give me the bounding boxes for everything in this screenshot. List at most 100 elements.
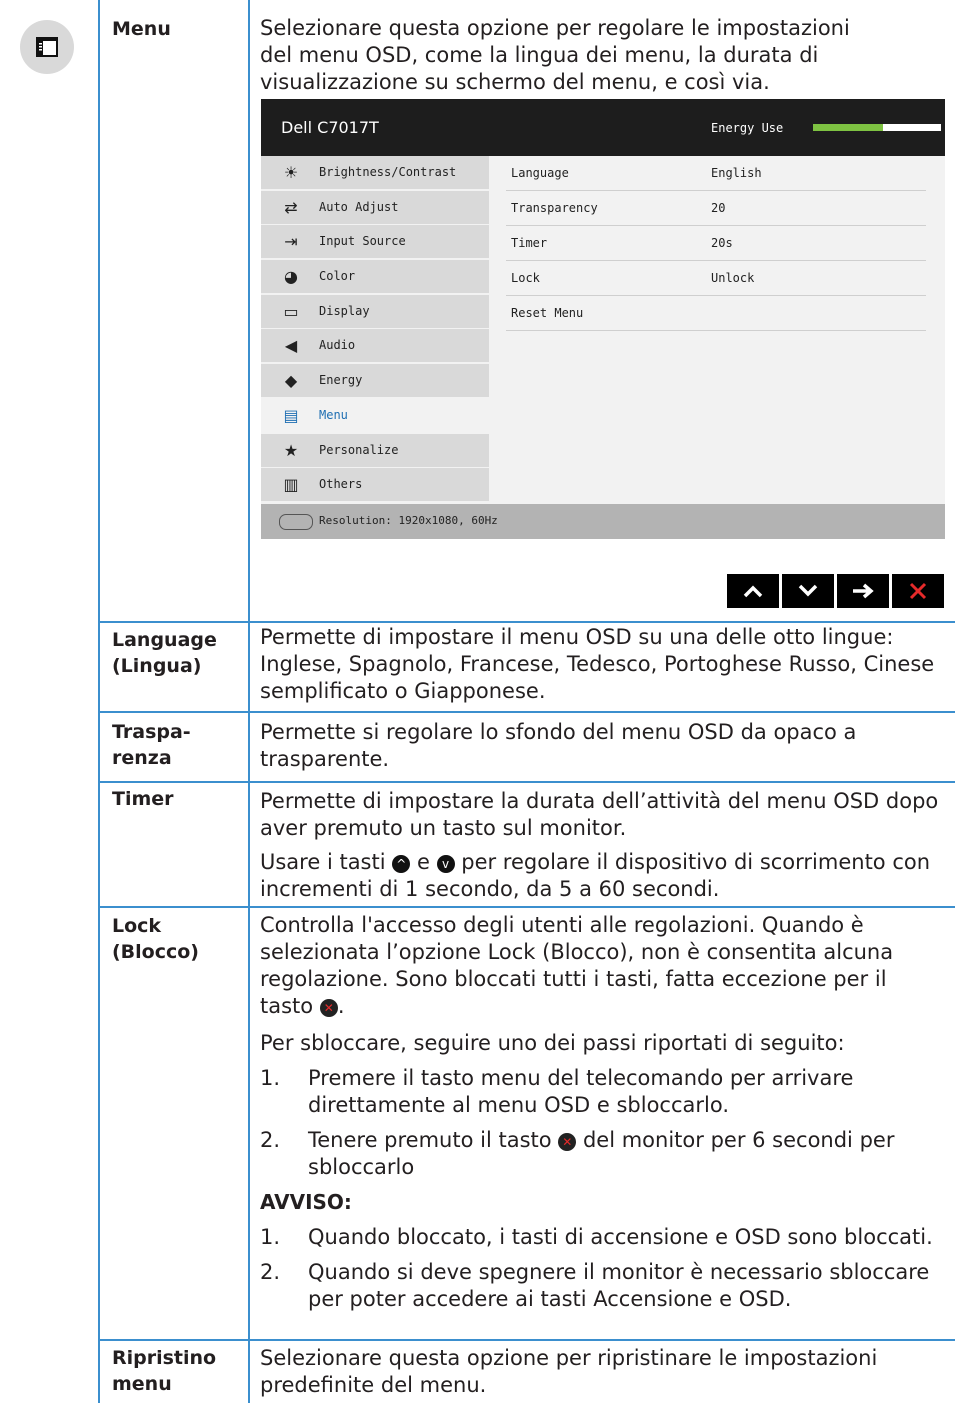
- osd-menu-item[interactable]: ☀ Brightness/Contrast: [261, 156, 489, 189]
- up-key-icon: ^: [392, 855, 411, 873]
- osd-menu-item[interactable]: ◆ Energy: [261, 364, 489, 398]
- label-line: menu: [112, 1373, 172, 1395]
- timer-paragraph-2: Usare i tasti ^ e v per regolare il disp…: [260, 849, 940, 903]
- brightness-icon: ☀: [283, 163, 299, 182]
- row-text-lock: Controlla l'accesso degli utenti alle re…: [260, 912, 940, 1313]
- row-label-transparency: Traspa- renza: [112, 719, 240, 771]
- row-text-timer: Permette di impostare la durata dell’att…: [260, 788, 940, 903]
- osd-footer: Resolution: 1920x1080, 60Hz: [261, 504, 945, 539]
- osd-setting-row[interactable]: Lock Unlock: [506, 261, 926, 296]
- osd-menu-item[interactable]: ⇥ Input Source: [261, 225, 489, 259]
- up-button[interactable]: [727, 574, 779, 608]
- text-span: Tenere premuto il tasto: [308, 1128, 552, 1152]
- osd-settings-panel: Language English Transparency 20 Timer 20s Loc…: [506, 156, 926, 331]
- osd-setting-key: Transparency: [511, 201, 598, 215]
- text-span: Quando si deve spegnere il monitor è nec…: [308, 1260, 930, 1311]
- osd-menu-item-label: Input Source: [319, 234, 406, 249]
- resolution-text: Resolution: 1920x1080, 60Hz: [319, 514, 498, 527]
- color-icon: ◕: [284, 267, 298, 287]
- row-label-language: Language (Lingua): [112, 627, 240, 679]
- row-divider: [98, 781, 955, 783]
- osd-setting-row[interactable]: Timer 20s: [506, 226, 926, 261]
- star-icon: ★: [283, 440, 299, 460]
- notice-title: AVVISO:: [260, 1190, 352, 1214]
- energy-use-fill: [813, 124, 884, 131]
- label-line: Ripristino: [112, 1347, 217, 1369]
- energy-icon: ◆: [284, 371, 298, 391]
- close-key-icon: ✕: [558, 1133, 577, 1151]
- text-span: e: [416, 850, 430, 874]
- list-number: 2.: [260, 1260, 281, 1284]
- notice-item-2: 2. Quando si deve spegnere il monitor è …: [260, 1259, 940, 1313]
- label-line: renza: [112, 747, 172, 769]
- text-span: Quando bloccato, i tasti di accensione e…: [308, 1225, 933, 1249]
- menu-window-icon: [36, 37, 58, 57]
- label-line: Traspa-: [112, 721, 191, 743]
- chevron-down-icon: [798, 584, 818, 597]
- notice-item-1: 1. Quando bloccato, i tasti di accension…: [260, 1224, 940, 1251]
- display-icon: ▭: [283, 301, 299, 321]
- label-line: (Blocco): [112, 941, 199, 963]
- close-icon: [909, 582, 927, 600]
- audio-icon: ◀: [284, 336, 298, 356]
- label-line: Language: [112, 629, 217, 651]
- osd-setting-value: English: [711, 166, 762, 180]
- text-span: .: [337, 994, 345, 1018]
- row-text-transparency: Permette si regolare lo sfondo del menu …: [260, 720, 857, 771]
- osd-setting-row[interactable]: Reset Menu: [506, 296, 926, 331]
- others-icon: ▥: [283, 475, 299, 495]
- osd-menu-item[interactable]: ▭ Display: [261, 294, 489, 328]
- osd-setting-value: Unlock: [711, 271, 755, 285]
- osd-menu-item[interactable]: ★ Personalize: [261, 433, 489, 467]
- energy-use-label: Energy Use: [711, 121, 784, 135]
- osd-menu-item[interactable]: ▥ Others: [261, 468, 489, 502]
- osd-menu-item-label: Display: [319, 303, 370, 318]
- osd-header: Dell C7017T Energy Use: [261, 99, 945, 156]
- osd-menu-item-label: Personalize: [319, 442, 399, 457]
- list-number: 1.: [260, 1225, 281, 1249]
- row-text-menu: Selezionare questa opzione per regolare …: [260, 16, 850, 94]
- osd-menu-item-label: Menu: [319, 407, 348, 422]
- osd-menu-item-label: Others: [319, 477, 363, 492]
- osd-menu-item-label: Color: [319, 269, 356, 284]
- label-line: Lock: [112, 915, 162, 937]
- osd-setting-row[interactable]: Transparency 20: [506, 191, 926, 226]
- row-label-reset: Ripristino menu: [112, 1345, 240, 1397]
- arrow-right-icon: [853, 583, 874, 599]
- list-number: 1.: [260, 1066, 281, 1090]
- row-label-menu: Menu: [112, 18, 171, 40]
- list-number: 2.: [260, 1128, 281, 1152]
- close-button[interactable]: [892, 574, 944, 608]
- row-text-reset: Selezionare questa opzione per ripristin…: [260, 1346, 878, 1397]
- osd-menu-item[interactable]: ⇄ Auto Adjust: [261, 190, 489, 224]
- osd-menu-item[interactable]: ▤ Menu: [261, 398, 489, 432]
- menu-icon: ▤: [283, 405, 299, 425]
- text-span: Controlla l'accesso degli utenti alle re…: [260, 913, 894, 1018]
- osd-menu-item-label: Auto Adjust: [319, 199, 399, 214]
- osd-setting-key: Language: [511, 166, 569, 180]
- row-divider: [98, 621, 955, 623]
- timer-paragraph-1: Permette di impostare la durata dell’att…: [260, 789, 939, 840]
- osd-setting-value: 20: [711, 201, 726, 215]
- osd-menu-item-label: Audio: [319, 338, 356, 353]
- osd-model-title: Dell C7017T: [281, 118, 379, 137]
- chevron-up-icon: [743, 585, 763, 598]
- row-text-language: Permette di impostare il menu OSD su una…: [260, 625, 935, 703]
- input-source-icon: ⇥: [284, 232, 298, 252]
- osd-menu-list: ☀ Brightness/Contrast ⇄ Auto Adjust ⇥ Input S…: [261, 156, 489, 503]
- lock-paragraph-1: Controlla l'accesso degli utenti alle re…: [260, 912, 940, 1020]
- text-span: Usare i tasti: [260, 850, 386, 874]
- row-divider: [98, 1339, 955, 1341]
- osd-setting-row[interactable]: Language English: [506, 156, 926, 191]
- osd-menu-item[interactable]: ◕ Color: [261, 260, 489, 294]
- unlock-step-1: 1. Premere il tasto menu del telecomando…: [260, 1065, 940, 1119]
- row-divider: [98, 711, 955, 713]
- down-button[interactable]: [782, 574, 834, 608]
- row-label-timer: Timer: [112, 788, 174, 810]
- right-button[interactable]: [837, 574, 889, 608]
- osd-menu-item[interactable]: ◀ Audio: [261, 329, 489, 363]
- row-divider: [98, 906, 955, 908]
- energy-use-bar: [813, 124, 941, 131]
- osd-setting-value: 20s: [711, 236, 733, 250]
- row-label-lock: Lock (Blocco): [112, 913, 240, 965]
